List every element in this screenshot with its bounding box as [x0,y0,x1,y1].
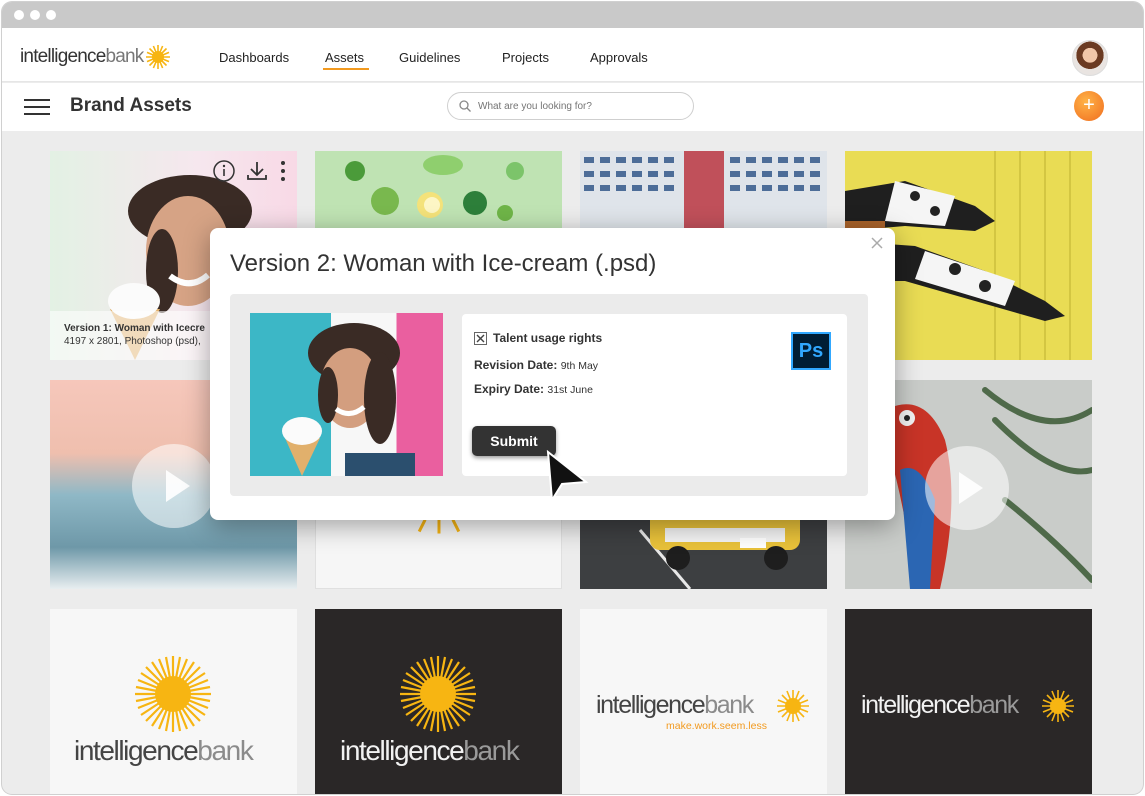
checkbox-x-icon [476,334,485,343]
window-maximize-dot[interactable] [46,10,56,20]
expiry-date: Expiry Date: 31st June [474,382,593,396]
user-avatar[interactable] [1072,40,1108,76]
more-icon[interactable] [281,161,285,181]
asset-tile-logo-dark-horizontal[interactable]: intelligencebank [845,609,1092,794]
version-info-card: Talent usage rights Revision Date: 9th M… [462,314,847,476]
tile-action-icons [213,160,285,182]
logo-text-bank: bank [105,46,144,67]
sun-icon [777,690,809,722]
search-input[interactable] [478,97,683,115]
version-preview-image [250,313,443,476]
woman-photo-preview [282,323,415,476]
talent-rights-label: Talent usage rights [493,331,603,345]
nav-projects[interactable]: Projects [502,50,549,65]
sub-header: Brand Assets + [2,83,1143,131]
close-icon[interactable] [871,237,883,249]
brand-wordmark: intelligencebank [596,691,754,720]
title-bar [2,2,1143,28]
tile-caption: Version 1: Woman with Icecre 4197 x 2801… [64,322,205,348]
submit-button[interactable]: Submit [472,426,556,456]
sun-icon [135,656,211,732]
expiry-date-label: Expiry Date: [474,382,545,396]
plus-icon: + [1083,94,1095,116]
window-minimize-dot[interactable] [30,10,40,20]
wordmark-intelligence: intelligence [74,735,199,766]
asset-tile-logo-light-tagline[interactable]: intelligencebank make.work.seem.less [580,609,827,794]
brand-wordmark: intelligencebank [861,691,1019,720]
nav-guidelines[interactable]: Guidelines [399,50,460,65]
nav-approvals[interactable]: Approvals [590,50,648,65]
wordmark-intelligence: intelligence [340,735,465,766]
tile-caption-title: Version 1: Woman with Icecre [64,323,205,334]
play-icon[interactable] [925,446,1009,530]
revision-date-value: 9th May [560,360,599,372]
nav-dashboards[interactable]: Dashboards [219,50,289,65]
tile-caption-meta: 4197 x 2801, Photoshop (psd), [64,336,201,347]
top-navbar: intelligence bank Dashboards Assets Guide… [2,28,1143,82]
nav-assets[interactable]: Assets [325,50,364,65]
photoshop-icon: Ps [791,332,831,370]
play-icon[interactable] [132,444,216,528]
wordmark-bank: bank [197,735,254,766]
sun-icon [1042,690,1074,722]
browser-window: intelligence bank Dashboards Assets Guide… [2,2,1143,794]
wordmark-intelligence: intelligence [861,691,971,719]
window-close-dot[interactable] [14,10,24,20]
dialog-title: Version 2: Woman with Ice-cream (.psd) [230,250,657,277]
brand-wordmark: intelligencebank [340,735,520,767]
asset-tile-logo-dark-stacked[interactable]: intelligencebank [315,609,562,794]
hamburger-icon[interactable] [24,97,50,117]
download-icon[interactable] [247,162,267,180]
search-icon [459,100,471,112]
mouse-cursor-icon [546,450,589,504]
sun-icon [400,656,476,732]
wordmark-bank: bank [704,691,754,719]
asset-tile-logo-light-stacked[interactable]: intelligencebank [50,609,297,794]
nav-active-indicator [323,68,369,70]
talent-rights-checkbox[interactable] [474,332,487,345]
wordmark-intelligence: intelligence [596,691,706,719]
add-asset-button[interactable]: + [1074,91,1104,121]
revision-date-label: Revision Date: [474,358,558,372]
sun-icon [146,45,171,69]
search-bar[interactable] [447,92,694,120]
logo-text-intelligence: intelligence [20,46,106,67]
wordmark-bank: bank [969,691,1019,719]
expiry-date-value: 31st June [547,384,593,396]
page-title: Brand Assets [70,95,192,116]
wordmark-bank: bank [463,735,520,766]
brand-tagline: make.work.seem.less [666,720,767,732]
info-icon[interactable] [213,160,235,182]
brand-wordmark: intelligencebank [74,735,254,767]
revision-date: Revision Date: 9th May [474,358,598,372]
brand-logo[interactable]: intelligence bank [20,44,171,70]
